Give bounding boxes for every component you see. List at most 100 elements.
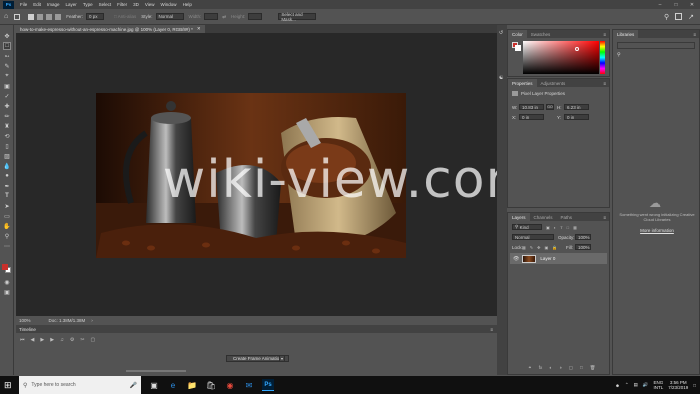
lasso-tool-icon[interactable]: ➳ xyxy=(3,52,11,60)
swap-icon[interactable]: ⇄ xyxy=(222,14,226,20)
clock[interactable]: 3:56 PM 7/23/2019 xyxy=(668,380,688,390)
zoom-tool-icon[interactable]: ⚲ xyxy=(3,232,11,240)
color-picker-marker[interactable] xyxy=(575,47,579,51)
rectangle-tool-icon[interactable]: ▭ xyxy=(3,212,11,220)
background-color[interactable] xyxy=(515,45,521,51)
filter-type-icon[interactable]: T xyxy=(560,225,562,230)
tab-properties[interactable]: Properties xyxy=(508,79,537,87)
tab-adjustments[interactable]: Adjustments xyxy=(537,79,570,87)
height-field[interactable]: 6.23 in xyxy=(564,104,589,110)
new-layer-icon[interactable]: □ xyxy=(580,365,583,371)
quick-selection-tool-icon[interactable]: ✎ xyxy=(3,62,11,70)
layer-name[interactable]: Layer 0 xyxy=(540,256,555,261)
history-icon[interactable]: ↺ xyxy=(499,30,503,36)
windows-start-icon[interactable]: ⊞ xyxy=(4,380,12,391)
maximize-icon[interactable]: □ xyxy=(668,0,684,9)
link-layers-icon[interactable]: ⚭ xyxy=(528,365,532,371)
type-tool-icon[interactable]: T xyxy=(3,192,11,200)
timeline-zoom-slider[interactable] xyxy=(126,370,186,372)
dodge-tool-icon[interactable]: ● xyxy=(3,172,11,180)
transition-icon[interactable]: ▢ xyxy=(91,337,96,343)
document-tab[interactable]: how-to-make-espresso-without-an-espresso… xyxy=(16,25,205,33)
task-view-icon[interactable]: ▣ xyxy=(148,379,160,391)
crop-tool-icon[interactable]: ⌖ xyxy=(3,72,11,80)
filter-pixel-icon[interactable]: ▣ xyxy=(546,225,550,230)
visibility-eye-icon[interactable]: 👁 xyxy=(513,256,519,262)
pen-tool-icon[interactable]: ✒ xyxy=(3,182,11,190)
new-group-icon[interactable]: ▢ xyxy=(569,365,573,371)
style-select[interactable]: Normal xyxy=(155,13,184,20)
menu-type[interactable]: Type xyxy=(83,2,93,7)
filter-adjustment-icon[interactable]: ◐ xyxy=(554,225,556,230)
photoshop-taskbar-icon[interactable]: Ps xyxy=(262,379,274,391)
panel-menu-icon[interactable]: ≡ xyxy=(693,32,696,37)
first-frame-icon[interactable]: ⏮ xyxy=(20,337,25,343)
timeline-menu-icon[interactable]: ≡ xyxy=(490,327,493,332)
quick-mask-icon[interactable]: ◉ xyxy=(3,278,11,286)
next-frame-icon[interactable]: ▶ xyxy=(50,337,54,343)
close-tab-icon[interactable]: ✕ xyxy=(197,26,201,32)
library-select[interactable] xyxy=(617,42,695,49)
fill-input[interactable]: 100% xyxy=(575,244,591,250)
healing-brush-tool-icon[interactable]: ✚ xyxy=(3,102,11,110)
width-input[interactable] xyxy=(204,13,219,20)
play-icon[interactable]: ▶ xyxy=(40,337,44,343)
menu-window[interactable]: Window xyxy=(161,2,177,7)
panel-menu-icon[interactable]: ≡ xyxy=(603,81,606,86)
new-selection-icon[interactable] xyxy=(28,13,35,20)
layer-style-icon[interactable]: fx xyxy=(539,365,543,371)
eraser-tool-icon[interactable]: ▯ xyxy=(3,142,11,150)
network-icon[interactable]: ▤ xyxy=(634,382,638,388)
split-icon[interactable]: ✂ xyxy=(80,337,84,343)
lock-all-icon[interactable]: 🔒 xyxy=(552,245,557,250)
link-button[interactable]: GO xyxy=(546,104,554,110)
library-search-icon[interactable]: ⚲ xyxy=(617,52,621,58)
hue-slider[interactable] xyxy=(600,41,605,74)
filter-smart-icon[interactable]: ▦ xyxy=(573,225,577,230)
zoom-level[interactable]: 100% xyxy=(19,318,31,323)
language-indicator[interactable]: ENG INTL xyxy=(653,380,663,390)
rectangular-marquee-tool-icon[interactable]: □ xyxy=(3,42,11,50)
more-tools-icon[interactable]: ⋯ xyxy=(3,242,11,250)
prev-frame-icon[interactable]: ◀ xyxy=(31,337,35,343)
feather-input[interactable]: 0 px xyxy=(86,13,104,20)
menu-view[interactable]: View xyxy=(145,2,155,7)
menu-select[interactable]: Select xyxy=(99,2,112,7)
add-selection-icon[interactable] xyxy=(37,13,44,20)
marquee-tool-icon[interactable] xyxy=(14,13,21,20)
tab-channels[interactable]: Channels xyxy=(530,213,557,221)
frame-tool-icon[interactable]: ▣ xyxy=(3,82,11,90)
search-icon[interactable]: ⚲ xyxy=(664,13,669,21)
tab-color[interactable]: Color xyxy=(508,30,527,38)
antialias-checkbox[interactable]: □ Anti-alias xyxy=(114,14,136,19)
taskbar-search[interactable]: ⚲ Type here to search 🎤 xyxy=(19,376,141,394)
chrome-icon[interactable]: ◉ xyxy=(224,379,236,391)
settings-icon[interactable]: ⚙ xyxy=(70,337,74,343)
tab-swatches[interactable]: Swatches xyxy=(527,30,555,38)
timeline-title[interactable]: Timeline xyxy=(19,327,36,332)
audio-icon[interactable]: ♫ xyxy=(60,337,64,343)
add-mask-icon[interactable]: ◐ xyxy=(549,365,552,371)
edge-icon[interactable]: e xyxy=(167,379,179,391)
notifications-icon[interactable]: □ xyxy=(693,383,696,388)
menu-layer[interactable]: Layer xyxy=(66,2,77,7)
panel-menu-icon[interactable]: ≡ xyxy=(603,32,606,37)
color-field[interactable] xyxy=(523,41,599,74)
panel-menu-icon[interactable]: ≡ xyxy=(603,215,606,220)
brush-tool-icon[interactable]: ✏ xyxy=(3,112,11,120)
mail-icon[interactable]: ✉ xyxy=(243,379,255,391)
menu-edit[interactable]: Edit xyxy=(33,2,41,7)
more-information-link[interactable]: More information xyxy=(619,228,695,233)
path-selection-tool-icon[interactable]: ➤ xyxy=(3,202,11,210)
tab-layers[interactable]: Layers xyxy=(508,213,530,221)
eyedropper-tool-icon[interactable]: ✓ xyxy=(3,92,11,100)
subtract-selection-icon[interactable] xyxy=(46,13,53,20)
status-arrow-icon[interactable]: › xyxy=(91,318,93,323)
menu-filter[interactable]: Filter xyxy=(117,2,127,7)
blend-mode-select[interactable]: Normal xyxy=(512,234,554,240)
tab-libraries[interactable]: Libraries xyxy=(613,30,639,38)
adjustment-layer-icon[interactable]: ◑ xyxy=(559,365,562,371)
x-field[interactable]: 0 in xyxy=(519,114,544,120)
screen-mode-icon[interactable]: ▣ xyxy=(3,288,11,296)
history-brush-tool-icon[interactable]: ⟲ xyxy=(3,132,11,140)
